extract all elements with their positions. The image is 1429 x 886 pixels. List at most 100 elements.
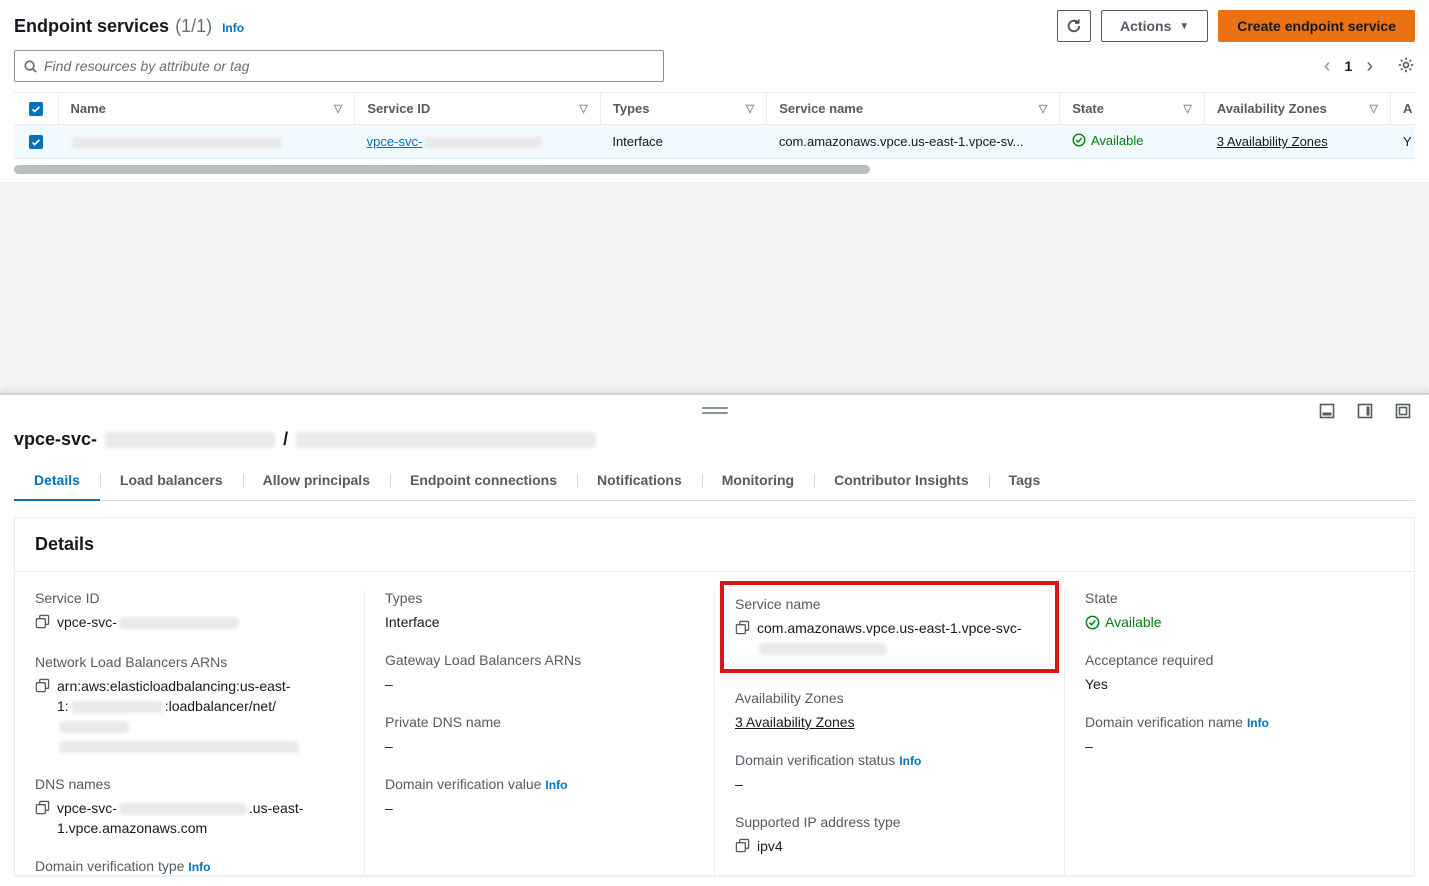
actions-button[interactable]: Actions ▼	[1101, 10, 1208, 42]
info-link[interactable]: Info	[899, 754, 921, 768]
field-service-name-highlighted: Service name com.amazonaws.vpce.us-east-…	[735, 596, 1044, 658]
copy-icon[interactable]	[35, 678, 50, 698]
actions-button-label: Actions	[1120, 18, 1171, 34]
panel-tabs: Details Load balancers Allow principals …	[14, 468, 1415, 501]
tab-details[interactable]: Details	[14, 468, 100, 500]
filter-icon[interactable]: ▽	[1362, 102, 1378, 115]
field-availability-zones: Availability Zones 3 Availability Zones	[735, 690, 1044, 732]
tab-monitoring[interactable]: Monitoring	[702, 468, 814, 500]
panel-position-side-button[interactable]	[1355, 401, 1375, 424]
filter-icon[interactable]: ▽	[326, 102, 342, 115]
field-gateway-load-balancers-arns: Gateway Load Balancers ARNs –	[385, 652, 694, 694]
refresh-icon	[1066, 18, 1082, 34]
panel-side-icon	[1357, 403, 1373, 419]
cell-name	[58, 134, 355, 149]
redacted-name	[72, 137, 282, 149]
vpc-endpoint-services-page: Endpoint services (1/1) Info Actions ▼ C…	[0, 0, 1429, 886]
filter-icon[interactable]: ▽	[1175, 102, 1191, 115]
check-circle-icon	[1085, 615, 1100, 630]
checkbox-checked-icon[interactable]	[29, 135, 43, 149]
panel-close-button[interactable]	[1393, 401, 1413, 424]
settings-gear-button[interactable]	[1397, 56, 1415, 77]
empty-canvas-area	[0, 183, 1429, 393]
previous-page-button[interactable]: ‹	[1324, 56, 1331, 76]
select-all-checkbox[interactable]	[14, 93, 58, 124]
details-column-2: Types Interface Gateway Load Balancers A…	[364, 590, 714, 876]
endpoint-services-table: Name ▽ Service ID ▽ Types ▽ Service name…	[14, 92, 1415, 174]
split-panel-controls	[1317, 401, 1413, 424]
state-available-badge: Available	[1072, 133, 1144, 148]
column-header-service-name[interactable]: Service name ▽	[766, 93, 1059, 124]
info-link[interactable]: Info	[545, 778, 567, 792]
cell-service-id: vpce-svc-	[355, 134, 601, 149]
field-domain-verification-name: Domain verification name Info –	[1085, 714, 1394, 756]
availability-zones-link[interactable]: 3 Availability Zones	[735, 712, 855, 732]
field-service-id: Service ID vpce-svc-	[35, 590, 344, 634]
field-network-load-balancers-arns: Network Load Balancers ARNs arn:aws:elas…	[35, 654, 344, 756]
info-link[interactable]: Info	[222, 21, 244, 35]
table-header-row: Name ▽ Service ID ▽ Types ▽ Service name…	[14, 93, 1415, 125]
column-header-types[interactable]: Types ▽	[600, 93, 766, 124]
panel-position-bottom-button[interactable]	[1317, 401, 1337, 424]
filter-icon[interactable]: ▽	[571, 102, 587, 115]
info-link[interactable]: Info	[1247, 716, 1269, 730]
filter-icon[interactable]: ▽	[1031, 102, 1047, 115]
service-id-link[interactable]: vpce-svc-	[367, 134, 545, 149]
horizontal-scrollbar[interactable]	[14, 165, 1415, 174]
redacted-service-id	[424, 137, 542, 149]
endpoint-services-list-section: Endpoint services (1/1) Info Actions ▼ C…	[0, 0, 1429, 183]
details-column-1: Service ID vpce-svc- Network Load Balanc…	[15, 590, 364, 876]
split-panel: vpce-svc- / Details Load balancers Allow…	[0, 393, 1429, 886]
tab-endpoint-connections[interactable]: Endpoint connections	[390, 468, 577, 500]
tab-notifications[interactable]: Notifications	[577, 468, 702, 500]
redacted-title-name	[296, 432, 596, 448]
page-title: Endpoint services (1/1) Info	[14, 16, 244, 37]
copy-icon[interactable]	[735, 838, 750, 858]
tab-load-balancers[interactable]: Load balancers	[100, 468, 243, 500]
tab-allow-principals[interactable]: Allow principals	[243, 468, 390, 500]
tab-contributor-insights[interactable]: Contributor Insights	[814, 468, 989, 500]
split-panel-drag-handle[interactable]	[702, 404, 728, 417]
search-input[interactable]	[44, 58, 655, 74]
redacted-title-id	[105, 432, 275, 448]
availability-zones-link[interactable]: 3 Availability Zones	[1217, 134, 1328, 149]
create-endpoint-service-button[interactable]: Create endpoint service	[1218, 10, 1415, 42]
column-header-name[interactable]: Name ▽	[58, 93, 355, 124]
column-header-acceptance-truncated[interactable]: A	[1390, 93, 1415, 124]
split-panel-title: vpce-svc- /	[14, 429, 1415, 450]
row-checkbox[interactable]	[14, 135, 58, 149]
column-header-state[interactable]: State ▽	[1059, 93, 1204, 124]
resource-count: (1/1)	[175, 16, 212, 37]
check-circle-icon	[1072, 133, 1086, 147]
field-private-dns-name: Private DNS name –	[385, 714, 694, 756]
field-types: Types Interface	[385, 590, 694, 632]
details-card-heading: Details	[15, 518, 1414, 572]
scrollbar-thumb[interactable]	[14, 165, 870, 174]
refresh-button[interactable]	[1057, 10, 1091, 42]
caret-down-icon: ▼	[1179, 21, 1189, 32]
cell-types: Interface	[600, 134, 767, 149]
field-domain-verification-status: Domain verification status Info –	[735, 752, 1044, 794]
filter-icon[interactable]: ▽	[738, 102, 754, 115]
copy-icon[interactable]	[35, 800, 50, 820]
copy-icon[interactable]	[735, 620, 750, 640]
tab-tags[interactable]: Tags	[989, 468, 1061, 500]
column-header-availability-zones[interactable]: Availability Zones ▽	[1204, 93, 1390, 124]
panel-window-icon	[1395, 403, 1411, 419]
cell-state: Available	[1060, 133, 1205, 151]
field-dns-names: DNS names vpce-svc-.us-east- 1.vpce.amaz…	[35, 776, 344, 838]
current-page-number[interactable]: 1	[1345, 58, 1353, 74]
search-row: ‹ 1 ›	[14, 50, 1415, 82]
table-row[interactable]: vpce-svc- Interface com.amazonaws.vpce.u…	[14, 125, 1415, 159]
details-card: Details Service ID vpce-svc-	[14, 517, 1415, 876]
next-page-button[interactable]: ›	[1366, 56, 1373, 76]
info-link[interactable]: Info	[188, 860, 210, 874]
cell-acceptance-truncated: Y	[1391, 134, 1415, 149]
field-domain-verification-type: Domain verification type Info –	[35, 858, 344, 876]
details-card-body: Service ID vpce-svc- Network Load Balanc…	[15, 572, 1414, 876]
checkbox-checked-icon[interactable]	[29, 102, 43, 116]
list-header-bar: Endpoint services (1/1) Info Actions ▼ C…	[14, 0, 1415, 42]
pagination: ‹ 1 ›	[1324, 56, 1415, 77]
column-header-service-id[interactable]: Service ID ▽	[354, 93, 599, 124]
copy-icon[interactable]	[35, 614, 50, 634]
